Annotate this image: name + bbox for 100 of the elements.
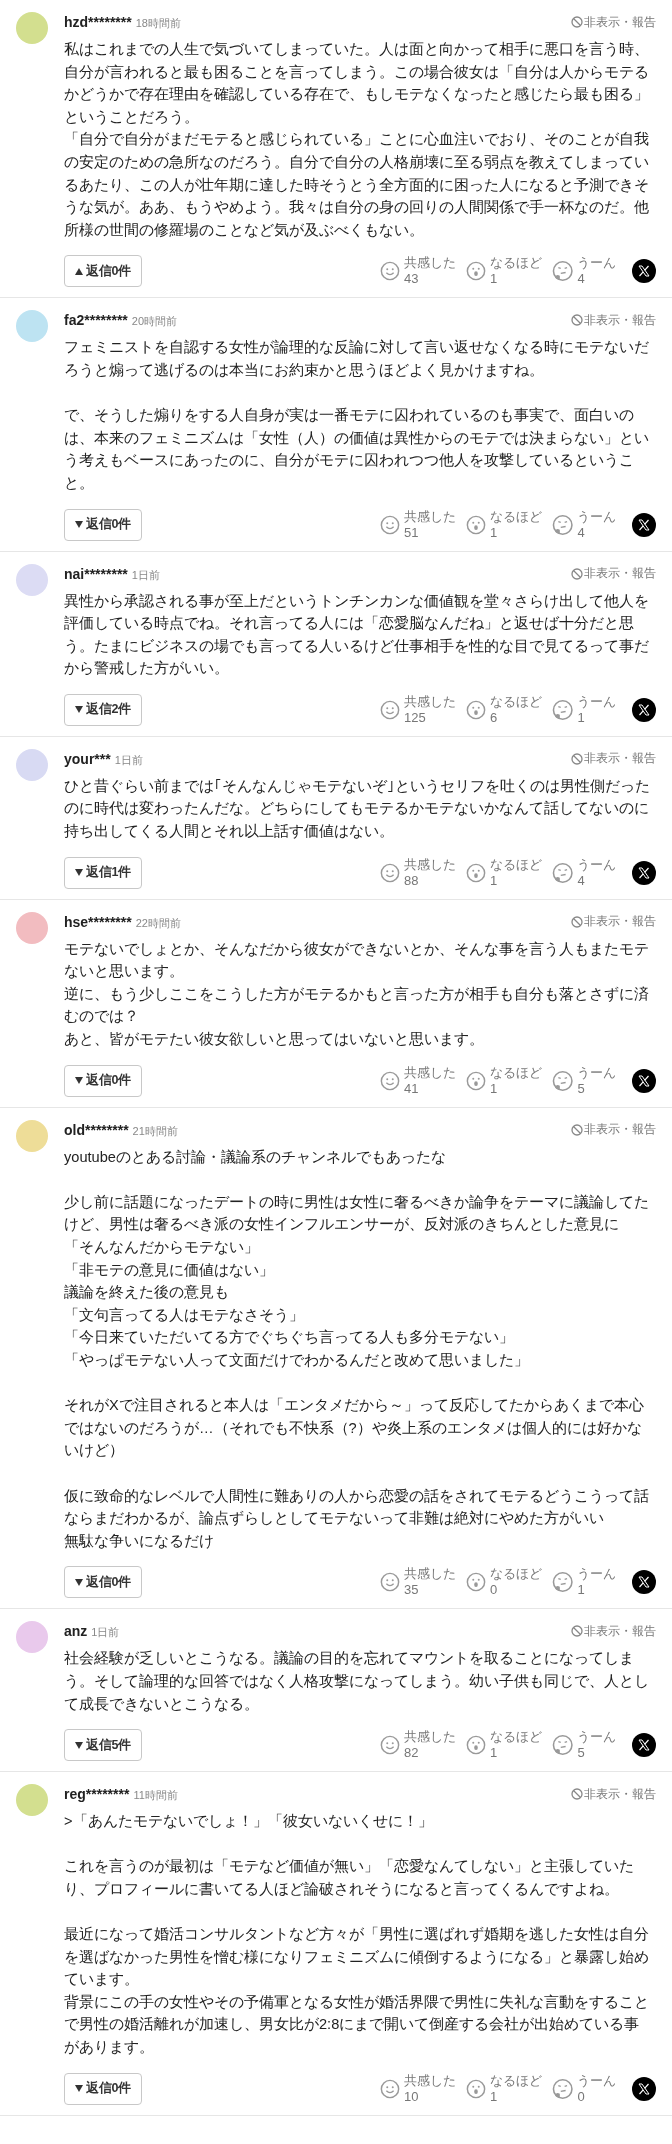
comment-text: 無駄な争いになるだけ bbox=[64, 1531, 215, 1551]
username: anz bbox=[64, 1623, 88, 1640]
ban-icon bbox=[571, 314, 583, 327]
thinking-face-icon bbox=[552, 1734, 574, 1757]
thinking-face-icon bbox=[552, 698, 574, 721]
hide-report-link[interactable]: 非表示・報告 bbox=[571, 751, 656, 767]
thinking-face-icon bbox=[552, 513, 574, 536]
reaction-button[interactable]: なるほど 1 bbox=[466, 857, 542, 888]
x-logo-icon bbox=[638, 866, 650, 879]
hide-report-link[interactable]: 非表示・報告 bbox=[571, 1786, 656, 1802]
x-share-button[interactable] bbox=[632, 697, 656, 722]
comment-text: これを言うのが最初は「モテなど価値が無い」「恋愛なんてしない」と主張していたり、プロフィールに書いてる人ほど論破されそうになると言ってくるんですよね。 bbox=[64, 1857, 635, 1899]
reaction-button[interactable]: うーん 4 bbox=[552, 857, 628, 888]
replies-button[interactable]: 返信0件 bbox=[64, 508, 142, 541]
comment-text: youtubeのとある討論・議論系のチャンネルでもあったな bbox=[64, 1147, 447, 1167]
reaction-button[interactable]: なるほど 1 bbox=[466, 2073, 542, 2104]
replies-button[interactable]: 返信0件 bbox=[64, 255, 142, 288]
replies-button[interactable]: 返信2件 bbox=[64, 693, 142, 726]
replies-button[interactable]: 返信0件 bbox=[64, 2072, 142, 2105]
reaction-button[interactable]: なるほど 1 bbox=[466, 1065, 542, 1096]
x-logo-icon bbox=[638, 518, 650, 531]
reaction-button[interactable]: うーん 1 bbox=[552, 694, 628, 725]
x-share-button[interactable] bbox=[632, 259, 656, 284]
comment-text: で、そうした煽りをする人自身が実は一番モテに囚われているのも事実で、面白いのは、本来のフェミニズムは「女性（人）の価値は異性からのモテでは決まらない」という考えもベースにあったのに、自分がモテに囚われつつ他人を攻撃しているということ。 bbox=[64, 406, 650, 493]
surprised-face-icon bbox=[466, 2077, 486, 2100]
x-share-button[interactable] bbox=[632, 2076, 656, 2101]
reaction-button[interactable]: なるほど 1 bbox=[466, 1730, 542, 1761]
comment-text: 最近になって婚活コンサルタントなど方々が「男性に選ばれず婚期を逃した女性は自分を選ばなかった男性を憎む様になりフェミニズムに傾倒するようになる」と暴露し始めています。 bbox=[64, 1925, 650, 1990]
reaction-button[interactable]: うーん 4 bbox=[552, 509, 628, 540]
replies-button[interactable]: 返信5件 bbox=[64, 1729, 142, 1762]
reaction-button[interactable]: なるほど 6 bbox=[466, 694, 542, 725]
replies-button[interactable]: 返信0件 bbox=[64, 1566, 142, 1599]
replies-button[interactable]: 返信1件 bbox=[64, 856, 142, 889]
reaction-button[interactable]: なるほど 1 bbox=[466, 256, 542, 287]
x-logo-icon bbox=[638, 1576, 650, 1589]
smile-icon bbox=[380, 1734, 400, 1757]
x-share-button[interactable] bbox=[632, 512, 656, 537]
username: reg******** bbox=[64, 1786, 130, 1803]
reaction-button[interactable]: なるほど 0 bbox=[466, 1567, 542, 1598]
comment-text: 「そんなんだからモテない」 bbox=[64, 1238, 260, 1257]
x-logo-icon bbox=[638, 703, 650, 716]
reaction-button[interactable]: うーん 0 bbox=[552, 2073, 628, 2104]
thinking-face-icon bbox=[552, 861, 574, 884]
smile-icon bbox=[380, 1069, 400, 1092]
comment-text: 「やっぱモテない人って文面だけでわかるんだと改めて思いました」 bbox=[64, 1350, 530, 1370]
x-logo-icon bbox=[638, 2082, 650, 2095]
timestamp: 11時間前 bbox=[133, 1789, 178, 1802]
reaction-button[interactable]: なるほど 1 bbox=[466, 509, 542, 540]
reaction-button[interactable]: 共感した 51 bbox=[380, 509, 456, 540]
smile-icon bbox=[380, 513, 400, 536]
reaction-button[interactable]: うーん 5 bbox=[552, 1730, 628, 1761]
hide-report-link[interactable]: 非表示・報告 bbox=[571, 914, 656, 930]
thinking-face-icon bbox=[552, 2077, 574, 2100]
hide-report-link[interactable]: 非表示・報告 bbox=[571, 312, 656, 328]
comment-text: ひと昔ぐらい前までは｢そんなんじゃモテないぞ｣というセリフを吐くのは男性側だったのに時代は変わったんだな。どちらにしてもモテるかモテないかなんて話してないのに持ち出してくる人間とそれ以上話す価値はない。 bbox=[64, 776, 651, 842]
x-share-button[interactable] bbox=[632, 1068, 656, 1093]
hide-report-link[interactable]: 非表示・報告 bbox=[571, 14, 656, 30]
ban-icon bbox=[571, 752, 583, 765]
username: fa2******** bbox=[64, 312, 128, 329]
thinking-face-icon bbox=[552, 1069, 574, 1092]
comment-text: 逆に、もう少しここをこうした方がモテるかもと言った方が相手も自分も落とさずに済むのでは？ bbox=[64, 984, 650, 1027]
comment-text: 仮に致命的なレベルで人間性に難ありの人から恋愛の話をされてモテるどうこうって話ならまだわかるが、論点ずらしとしてモテないって非難は絶対にやめた方がいい bbox=[64, 1486, 650, 1529]
surprised-face-icon bbox=[466, 1571, 486, 1594]
surprised-face-icon bbox=[466, 513, 486, 536]
reaction-button[interactable]: 共感した 10 bbox=[380, 2073, 456, 2104]
reaction-button[interactable]: 共感した 82 bbox=[380, 1730, 456, 1761]
x-share-button[interactable] bbox=[632, 1570, 656, 1595]
surprised-face-icon bbox=[466, 260, 486, 283]
username: old******** bbox=[64, 1121, 129, 1138]
x-share-button[interactable] bbox=[632, 860, 656, 885]
smile-icon bbox=[380, 861, 400, 884]
comment-text: >「あんたモテないでしょ！」「彼女いないくせに！」 bbox=[64, 1812, 434, 1832]
timestamp: 20時間前 bbox=[131, 315, 178, 328]
smile-icon bbox=[380, 2077, 400, 2100]
reaction-button[interactable]: 共感した 41 bbox=[380, 1065, 456, 1096]
smile-icon bbox=[380, 698, 400, 721]
hide-report-link[interactable]: 非表示・報告 bbox=[571, 1623, 656, 1639]
username: nai******** bbox=[64, 565, 128, 582]
comment-text: フェミニストを自認する女性が論理的な反論に対して言い返せなくなる時にモテないだろうと煽って逃げるのは本当にお約束かと思うほどよく見かけますね。 bbox=[64, 338, 650, 380]
reaction-button[interactable]: うーん 1 bbox=[552, 1567, 628, 1598]
comment-text: 「非モテの意見に価値はない」 bbox=[64, 1260, 275, 1280]
replies-button[interactable]: 返信0件 bbox=[64, 1064, 142, 1097]
reaction-button[interactable]: うーん 5 bbox=[552, 1065, 628, 1096]
timestamp: 21時間前 bbox=[132, 1124, 178, 1137]
timestamp: 18時間前 bbox=[135, 17, 181, 29]
hide-report-link[interactable]: 非表示・報告 bbox=[571, 566, 656, 581]
reaction-button[interactable]: 共感した 35 bbox=[380, 1567, 456, 1598]
reaction-button[interactable]: 共感した 43 bbox=[380, 256, 456, 287]
x-share-button[interactable] bbox=[632, 1733, 656, 1758]
reaction-button[interactable]: うーん 4 bbox=[552, 256, 628, 287]
thinking-face-icon bbox=[552, 1571, 574, 1594]
username: hse******** bbox=[64, 913, 132, 930]
ban-icon bbox=[571, 1788, 583, 1801]
ban-icon bbox=[571, 1625, 583, 1638]
ban-icon bbox=[571, 16, 583, 28]
hide-report-link[interactable]: 非表示・報告 bbox=[571, 1122, 656, 1138]
x-logo-icon bbox=[638, 1074, 650, 1087]
reaction-button[interactable]: 共感した 88 bbox=[380, 857, 456, 888]
comment-text: 社会経験が乏しいとこうなる。議論の目的を忘れてマウントを取ることになってしまう。そして論理的な回答ではなく人格攻撃になってしまう。幼い子供も同じで、人として成長できないとこうなる。 bbox=[64, 1649, 650, 1714]
reaction-button[interactable]: 共感した 125 bbox=[380, 694, 456, 725]
